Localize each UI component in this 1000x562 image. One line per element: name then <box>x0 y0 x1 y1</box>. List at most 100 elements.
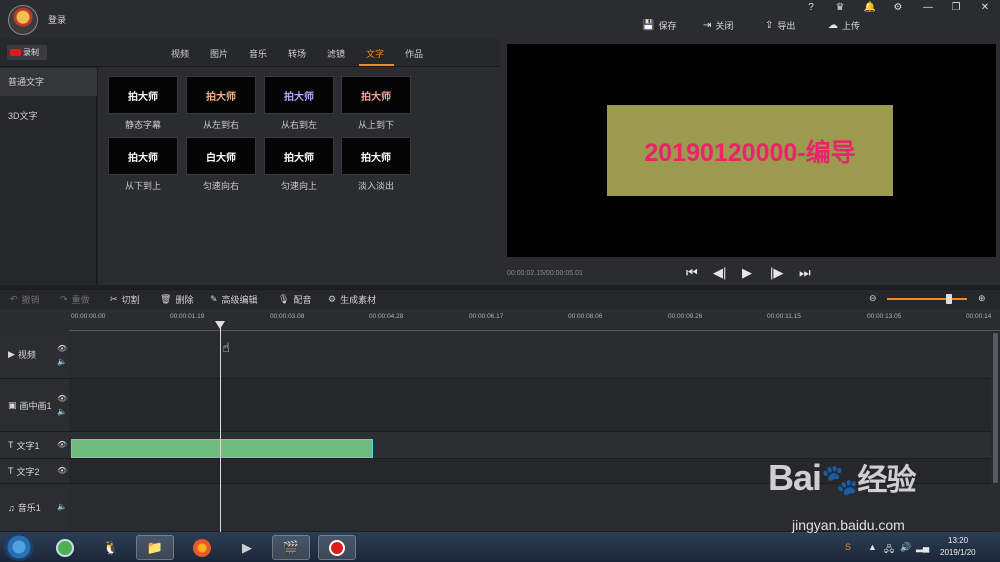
ruler-tick-label: 00:00:01.19 <box>170 313 205 320</box>
redo-button[interactable]: ↷ 重做 <box>60 293 90 306</box>
start-button[interactable] <box>4 533 34 561</box>
zoom-slider-handle[interactable] <box>946 294 952 304</box>
text-icon: T <box>8 440 14 450</box>
effect-thumbnail[interactable]: 拍大师 <box>108 137 178 175</box>
media-player-icon[interactable]: ▶ <box>228 535 266 560</box>
preview-caption[interactable]: 20190120000-编导 <box>607 105 893 196</box>
tab-text[interactable]: 文字 <box>366 47 384 60</box>
record-button[interactable]: 录制 <box>7 45 47 60</box>
skip-to-start-icon[interactable]: ⏮ <box>686 265 698 281</box>
upload-button[interactable]: ☁ 上传 <box>828 19 860 32</box>
category-3d-text[interactable]: 3D文字 <box>0 102 97 130</box>
effect-label: 从右到左 <box>280 120 317 130</box>
tab-filter[interactable]: 滤镜 <box>327 47 345 60</box>
timeline-ruler[interactable] <box>69 309 1000 331</box>
restore-icon[interactable]: ❐ <box>946 1 966 15</box>
timeline-scrollbar-thumb[interactable] <box>993 333 998 483</box>
film-reel-icon: ⚙ <box>328 294 337 304</box>
category-plain-text[interactable]: 普通文字 <box>0 68 97 96</box>
effect-thumbnail[interactable]: 拍大师 <box>264 137 334 175</box>
effect-thumbnail[interactable]: 白大师 <box>186 137 256 175</box>
effect-thumbnail[interactable]: 拍大师 <box>341 137 411 175</box>
speaker-icon[interactable]: 🔈 <box>57 502 67 511</box>
help-icon[interactable]: ? <box>801 1 821 15</box>
tab-image[interactable]: 图片 <box>210 47 228 60</box>
bell-icon[interactable]: 🔔 <box>860 1 880 15</box>
picture-in-picture-icon: ▣ <box>8 399 17 410</box>
speaker-icon[interactable]: 🔈 <box>57 357 67 366</box>
hand-cursor-icon: ☝ <box>222 340 230 355</box>
dub-button[interactable]: 🎙 配音 <box>278 293 311 306</box>
gear-icon[interactable]: ⚙ <box>888 1 908 15</box>
track-header-pip[interactable]: ▣ 画中画1 <box>0 379 69 432</box>
pen-icon: ✎ <box>210 294 218 304</box>
playhead-line[interactable] <box>220 322 221 532</box>
screen-recorder-icon[interactable] <box>318 535 356 560</box>
music-icon: ♫ <box>8 502 15 513</box>
text-icon: T <box>8 466 14 476</box>
ime-icon[interactable]: S <box>845 542 851 552</box>
clock-date[interactable]: 2019/1/20 <box>940 548 976 557</box>
advanced-edit-button[interactable]: ✎ 高级编辑 <box>210 293 258 306</box>
eye-icon[interactable]: 👁 <box>57 440 67 449</box>
save-button[interactable]: 💾 保存 <box>642 19 676 32</box>
effect-thumbnail[interactable]: 拍大师 <box>186 76 256 114</box>
effect-thumbnail[interactable]: 拍大师 <box>264 76 334 114</box>
zoom-out-icon[interactable]: ⊖ <box>869 293 877 304</box>
close-project-button[interactable]: ⇥ 关闭 <box>703 19 733 32</box>
text-clip[interactable] <box>71 439 373 458</box>
volume-icon[interactable]: 🔊 <box>900 542 911 553</box>
previous-frame-icon[interactable]: ◀| <box>713 265 726 281</box>
track-lane-pip[interactable] <box>69 379 991 432</box>
file-explorer-icon[interactable]: 📁 <box>136 535 174 560</box>
effect-thumbnail[interactable]: 拍大师 <box>341 76 411 114</box>
redo-icon: ↷ <box>60 294 68 304</box>
ruler-tick-label: 00:00:11.15 <box>767 313 801 320</box>
login-link[interactable]: 登录 <box>48 13 66 26</box>
browser-360-icon[interactable] <box>46 535 84 560</box>
speaker-icon[interactable]: 🔈 <box>57 407 67 416</box>
firefox-icon[interactable] <box>183 535 221 560</box>
eye-icon[interactable]: 👁 <box>57 466 67 475</box>
playback-timecode: 00:00:02.15/00:00:05.01 <box>507 270 583 277</box>
zoom-in-icon[interactable]: ⊕ <box>978 293 986 304</box>
undo-button[interactable]: ↶ 撤销 <box>10 293 40 306</box>
undo-icon: ↶ <box>10 294 18 304</box>
generate-material-button[interactable]: ⚙ 生成素材 <box>328 293 376 306</box>
effect-label: 淡入淡出 <box>357 181 394 191</box>
tab-music[interactable]: 音乐 <box>249 47 267 60</box>
ruler-tick-label: 00:00:14 <box>966 313 992 320</box>
paidashi-app-icon[interactable]: 🎬 <box>272 535 310 560</box>
network-icon[interactable]: 🖧 <box>884 542 894 558</box>
eye-icon[interactable]: 👁 <box>57 394 67 403</box>
export-button[interactable]: ⇪ 导出 <box>765 19 795 32</box>
qq-icon[interactable]: 🐧 <box>92 535 130 560</box>
skip-to-end-icon[interactable]: ⏭ <box>799 265 811 281</box>
tab-transition[interactable]: 转场 <box>288 47 306 60</box>
vip-icon[interactable]: ♛ <box>830 1 850 15</box>
playhead-handle[interactable] <box>215 321 225 329</box>
app-logo[interactable] <box>8 5 38 35</box>
clock-time[interactable]: 13:20 <box>948 536 968 545</box>
close-icon[interactable]: ✕ <box>975 1 995 15</box>
category-panel <box>0 67 97 285</box>
effect-thumbnail[interactable]: 拍大师 <box>108 76 178 114</box>
next-frame-icon[interactable]: |▶ <box>770 265 783 281</box>
minimize-icon[interactable]: — <box>918 1 938 15</box>
effect-label: 从左到右 <box>202 120 239 130</box>
eye-icon[interactable]: 👁 <box>57 344 67 353</box>
ruler-tick-label: 00:00:09.26 <box>668 313 703 320</box>
save-icon: 💾 <box>642 20 655 31</box>
zoom-slider[interactable] <box>887 298 967 300</box>
track-header-video[interactable]: ▶ 视频 <box>0 331 69 379</box>
delete-button[interactable]: 🗑 删除 <box>160 293 193 306</box>
signal-icon[interactable]: ▂▄ <box>916 542 929 553</box>
effect-label: 匀速向右 <box>202 181 239 191</box>
tab-video[interactable]: 视频 <box>171 47 189 60</box>
tab-works[interactable]: 作品 <box>405 47 423 60</box>
tray-arrow-icon[interactable]: ▲ <box>868 542 877 552</box>
track-lane-video[interactable] <box>69 331 991 379</box>
play-icon[interactable]: ▶ <box>742 265 752 281</box>
cut-button[interactable]: ✂ 切割 <box>110 293 140 306</box>
scissors-icon: ✂ <box>110 294 118 304</box>
